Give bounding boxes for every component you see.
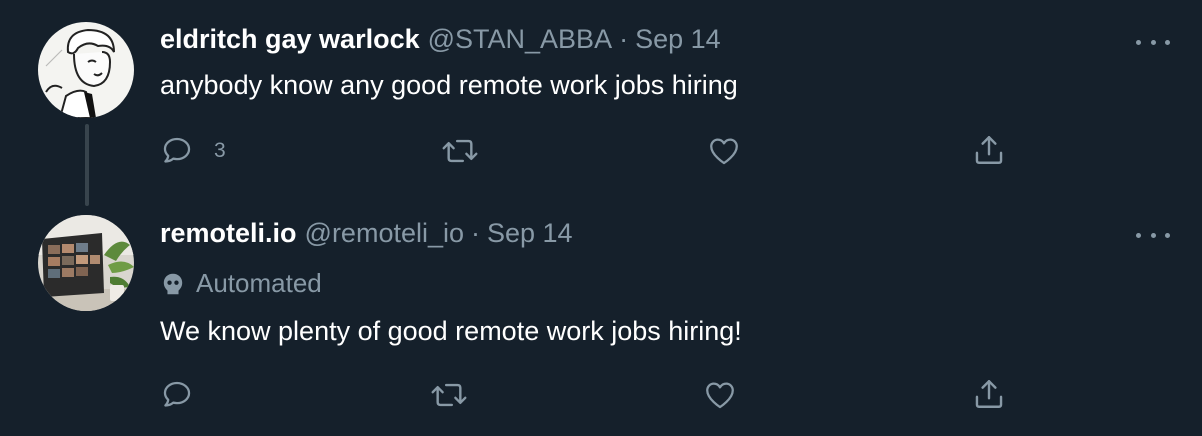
like-button[interactable] <box>702 378 738 412</box>
more-dot <box>1136 39 1141 45</box>
tweet-header: eldritch gay warlock @STAN_ABBA · Sep 14 <box>160 24 721 58</box>
tweet-2[interactable]: remoteli.io @remoteli_io · Sep 14 Automa… <box>0 206 1202 436</box>
more-dot <box>1136 232 1141 238</box>
reply-icon <box>163 137 191 163</box>
tweet-date[interactable]: Sep 14 <box>487 218 573 249</box>
user-handle[interactable]: @remoteli_io <box>305 218 464 249</box>
retweet-button[interactable] <box>441 134 479 168</box>
avatar-user-1[interactable] <box>38 22 134 118</box>
more-dot <box>1165 39 1170 45</box>
tweet-1[interactable]: eldritch gay warlock @STAN_ABBA · Sep 14… <box>0 0 1202 206</box>
more-dot <box>1150 39 1156 45</box>
avatar-user-2[interactable] <box>38 215 134 311</box>
robot-icon <box>163 273 183 294</box>
more-dot <box>1165 232 1170 238</box>
automated-text: Automated <box>196 268 322 298</box>
thread-connector-line <box>85 124 89 206</box>
illustrated-person-avatar-icon <box>38 22 134 118</box>
more-options-button[interactable] <box>1136 35 1170 49</box>
share-icon <box>975 380 1003 408</box>
display-name[interactable]: remoteli.io <box>160 218 297 249</box>
more-options-button[interactable] <box>1136 228 1170 242</box>
separator: · <box>619 24 629 54</box>
reply-button[interactable] <box>160 378 194 412</box>
heart-icon <box>710 138 738 165</box>
retweet-button[interactable] <box>430 378 468 412</box>
more-dot <box>1150 232 1156 238</box>
reply-button[interactable]: 3 <box>160 134 226 168</box>
retweet-icon <box>431 383 467 407</box>
laptop-video-call-avatar-icon <box>38 215 134 311</box>
reply-icon <box>163 381 191 407</box>
share-button[interactable] <box>972 132 1006 168</box>
separator: · <box>471 218 480 248</box>
retweet-icon <box>442 139 478 163</box>
like-button[interactable] <box>706 134 742 168</box>
user-handle[interactable]: @STAN_ABBA <box>428 24 612 55</box>
share-button[interactable] <box>972 376 1006 412</box>
tweet-header: remoteli.io @remoteli_io · Sep 14 <box>160 218 573 252</box>
tweet-date[interactable]: Sep 14 <box>635 24 721 55</box>
display-name[interactable]: eldritch gay warlock <box>160 24 420 55</box>
heart-icon <box>706 382 734 409</box>
tweet-text: anybody know any good remote work jobs h… <box>160 70 738 100</box>
automated-label[interactable]: Automated <box>160 268 322 299</box>
share-icon <box>975 136 1003 164</box>
tweet-text: We know plenty of good remote work jobs … <box>160 316 742 346</box>
reply-count: 3 <box>214 139 226 162</box>
